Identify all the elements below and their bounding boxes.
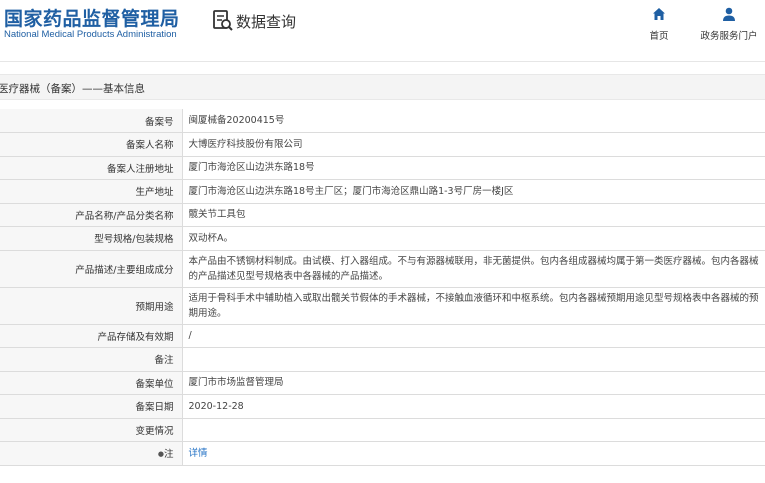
table-row: 变更情况 — [0, 417, 765, 442]
row-value: 厦门市市场监督管理局 — [181, 370, 765, 395]
row-value: 2020-12-28 — [181, 394, 765, 419]
row-label: 产品描述/主要组成成分 — [0, 249, 183, 288]
section-header: 医疗器械（备案）——基本信息 — [0, 74, 765, 100]
table-row: 备案号 闽厦械备20200415号 — [0, 109, 765, 133]
row-value: 大博医疗科技股份有限公司 — [181, 132, 765, 157]
row-value: 详情 — [181, 441, 765, 466]
table-row: 型号规格/包装规格 双动杯A。 — [0, 226, 765, 251]
table-row: ●注 详情 — [0, 441, 765, 466]
table-row: 产品名称/产品分类名称 髋关节工具包 — [0, 202, 765, 227]
table-row: 备案人注册地址 厦门市海沧区山边洪东路18号 — [0, 155, 765, 180]
table-row: 备案日期 2020-12-28 — [0, 394, 765, 419]
header-divider — [0, 61, 765, 62]
basic-info-table: 备案号 闽厦械备20200415号 备案人名称 大博医疗科技股份有限公司 备案人… — [0, 109, 765, 466]
row-label: 备注 — [0, 347, 183, 372]
table-row: 备注 — [0, 347, 765, 372]
nav-government-service-portal[interactable]: 政务服务门户 — [697, 5, 761, 42]
home-icon — [627, 5, 691, 23]
row-label: 产品存储及有效期 — [0, 323, 183, 348]
row-label: 备案日期 — [0, 394, 183, 419]
table-row: 产品存储及有效期 / — [0, 323, 765, 348]
row-label: 注 — [163, 449, 174, 461]
note-row-label: ●注 — [0, 441, 183, 466]
row-label: 型号规格/包装规格 — [0, 226, 183, 251]
row-value: 本产品由不锈钢材料制成。由试模、打入器组成。不与有源器械联用，非无菌提供。包内各… — [181, 249, 765, 288]
row-label: 备案人注册地址 — [0, 155, 183, 180]
data-query-label: 数据查询 — [236, 12, 297, 31]
row-label: 备案人名称 — [0, 132, 183, 157]
table-row: 产品描述/主要组成成分 本产品由不锈钢材料制成。由试模、打入器组成。不与有源器械… — [0, 249, 765, 288]
section-title: 医疗器械（备案）——基本信息 — [0, 83, 145, 95]
table-row: 备案单位 厦门市市场监督管理局 — [0, 370, 765, 395]
row-value: 髋关节工具包 — [181, 202, 765, 227]
row-label: 生产地址 — [0, 179, 183, 204]
row-value: / — [181, 323, 765, 348]
table-row: 备案人名称 大博医疗科技股份有限公司 — [0, 132, 765, 157]
nav-home[interactable]: 首页 — [627, 5, 691, 42]
site-logo-chinese[interactable]: 国家药品监督管理局 — [4, 4, 180, 31]
site-header: 国家药品监督管理局 National Medical Products Admi… — [0, 0, 765, 60]
row-value: 闽厦械备20200415号 — [181, 109, 765, 133]
user-icon — [697, 5, 761, 23]
row-value — [181, 347, 765, 372]
details-link[interactable]: 详情 — [189, 448, 208, 459]
row-value: 厦门市海沧区山边洪东路18号 — [181, 155, 765, 180]
row-label: 备案号 — [0, 109, 183, 133]
nav-portal-label: 政务服务门户 — [700, 31, 758, 42]
nav-home-label: 首页 — [649, 31, 669, 42]
data-query-title: 数据查询 — [212, 9, 296, 33]
row-label: 预期用途 — [0, 286, 183, 325]
row-value: 双动杯A。 — [181, 226, 765, 251]
table-row: 预期用途 适用于骨科手术中辅助植入或取出髋关节假体的手术器械，不接触血液循环和中… — [0, 286, 765, 325]
row-value: 厦门市海沧区山边洪东路18号主厂区；厦门市海沧区鼎山路1-3号厂房一楼J区 — [181, 179, 765, 204]
search-document-icon — [212, 9, 234, 33]
row-label: 备案单位 — [0, 370, 183, 395]
row-label: 变更情况 — [0, 417, 183, 442]
row-value — [181, 417, 765, 442]
row-label: 产品名称/产品分类名称 — [0, 202, 183, 227]
table-row: 生产地址 厦门市海沧区山边洪东路18号主厂区；厦门市海沧区鼎山路1-3号厂房一楼… — [0, 179, 765, 204]
row-value: 适用于骨科手术中辅助植入或取出髋关节假体的手术器械，不接触血液循环和中枢系统。包… — [181, 286, 765, 325]
site-logo-english[interactable]: National Medical Products Administration — [4, 29, 177, 40]
